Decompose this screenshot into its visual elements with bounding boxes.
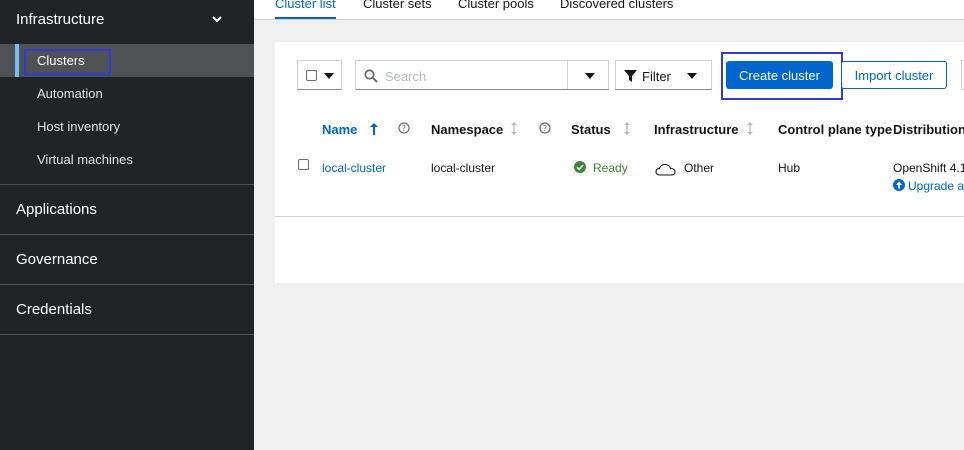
tabs-bar: Cluster list Cluster sets Cluster pools … xyxy=(254,0,964,20)
distribution-text: OpenShift 4.1( xyxy=(893,161,964,175)
sidebar-item-clusters[interactable]: Clusters xyxy=(0,44,254,77)
row-checkbox[interactable] xyxy=(298,159,309,170)
row-divider xyxy=(275,216,964,217)
nav-divider xyxy=(0,334,254,335)
sort-ascending-icon[interactable] xyxy=(370,123,378,135)
column-header-namespace[interactable]: Namespace xyxy=(431,122,503,137)
nav-section-label: Credentials xyxy=(16,301,92,318)
filter-label: Filter xyxy=(642,69,671,84)
create-cluster-button[interactable]: Create cluster xyxy=(726,61,833,89)
help-icon[interactable]: ? xyxy=(539,122,551,134)
tab-cluster-list[interactable]: Cluster list xyxy=(275,0,336,19)
sidebar-item-host-inventory[interactable]: Host inventory xyxy=(0,110,254,143)
sort-icon[interactable] xyxy=(747,122,753,135)
svg-text:?: ? xyxy=(543,124,547,133)
cluster-name-link[interactable]: local-cluster xyxy=(322,161,386,175)
infrastructure-text: Other xyxy=(684,161,715,175)
caret-down-icon xyxy=(687,73,697,79)
filter-dropdown[interactable]: Filter xyxy=(615,60,712,90)
arrow-circle-up-icon xyxy=(893,179,905,191)
sidebar: Infrastructure Clusters Automation Host … xyxy=(0,0,254,450)
column-header-control-plane-type[interactable]: Control plane type xyxy=(778,122,892,137)
nav-section-credentials[interactable]: Credentials xyxy=(0,285,254,334)
column-header-name[interactable]: Name xyxy=(322,122,357,137)
upgrade-available-link[interactable]: Upgrade av xyxy=(908,179,964,193)
tab-cluster-pools[interactable]: Cluster pools xyxy=(458,0,534,11)
sidebar-item-label: Host inventory xyxy=(37,119,121,134)
caret-down-icon xyxy=(324,73,334,79)
sidebar-item-automation[interactable]: Automation xyxy=(0,77,254,110)
clusters-card: Search Filter Create cluster Import clus… xyxy=(275,42,964,283)
import-cluster-button[interactable]: Import cluster xyxy=(841,61,947,89)
caret-down-icon[interactable] xyxy=(585,73,595,79)
search-icon xyxy=(364,69,378,83)
sidebar-item-virtual-machines[interactable]: Virtual machines xyxy=(0,143,254,176)
chevron-down-icon xyxy=(212,16,222,23)
svg-text:?: ? xyxy=(402,124,406,133)
check-circle-icon xyxy=(574,161,586,173)
nav-section-label: Governance xyxy=(16,251,98,268)
sort-icon[interactable] xyxy=(624,122,630,135)
search-input[interactable]: Search xyxy=(355,60,609,90)
column-header-distribution-version[interactable]: Distribution v xyxy=(893,122,964,137)
help-icon[interactable]: ? xyxy=(398,122,410,134)
sidebar-item-label: Automation xyxy=(37,86,103,101)
nav-section-governance[interactable]: Governance xyxy=(0,235,254,284)
sidebar-item-label: Clusters xyxy=(37,53,85,68)
tab-cluster-sets[interactable]: Cluster sets xyxy=(363,0,432,11)
sidebar-item-label: Virtual machines xyxy=(37,152,133,167)
search-placeholder: Search xyxy=(385,69,427,84)
column-header-status[interactable]: Status xyxy=(571,122,611,137)
nav-section-label: Applications xyxy=(16,201,97,218)
main-content: Cluster list Cluster sets Cluster pools … xyxy=(254,0,964,450)
cluster-namespace: local-cluster xyxy=(431,161,496,175)
column-header-infrastructure[interactable]: Infrastructure xyxy=(654,122,739,137)
bulk-select-checkbox[interactable] xyxy=(306,70,317,81)
sort-icon[interactable] xyxy=(511,122,517,135)
bulk-select-dropdown[interactable] xyxy=(297,60,342,90)
search-divider xyxy=(567,61,568,89)
tab-discovered-clusters[interactable]: Discovered clusters xyxy=(560,0,673,11)
filter-icon xyxy=(624,70,637,82)
control-plane-text: Hub xyxy=(778,161,801,175)
status-text: Ready xyxy=(593,161,628,175)
cloud-icon xyxy=(655,163,676,176)
nav-section-applications[interactable]: Applications xyxy=(0,185,254,234)
nav-group-infrastructure[interactable]: Infrastructure xyxy=(0,0,254,38)
nav-group-label: Infrastructure xyxy=(16,10,105,28)
